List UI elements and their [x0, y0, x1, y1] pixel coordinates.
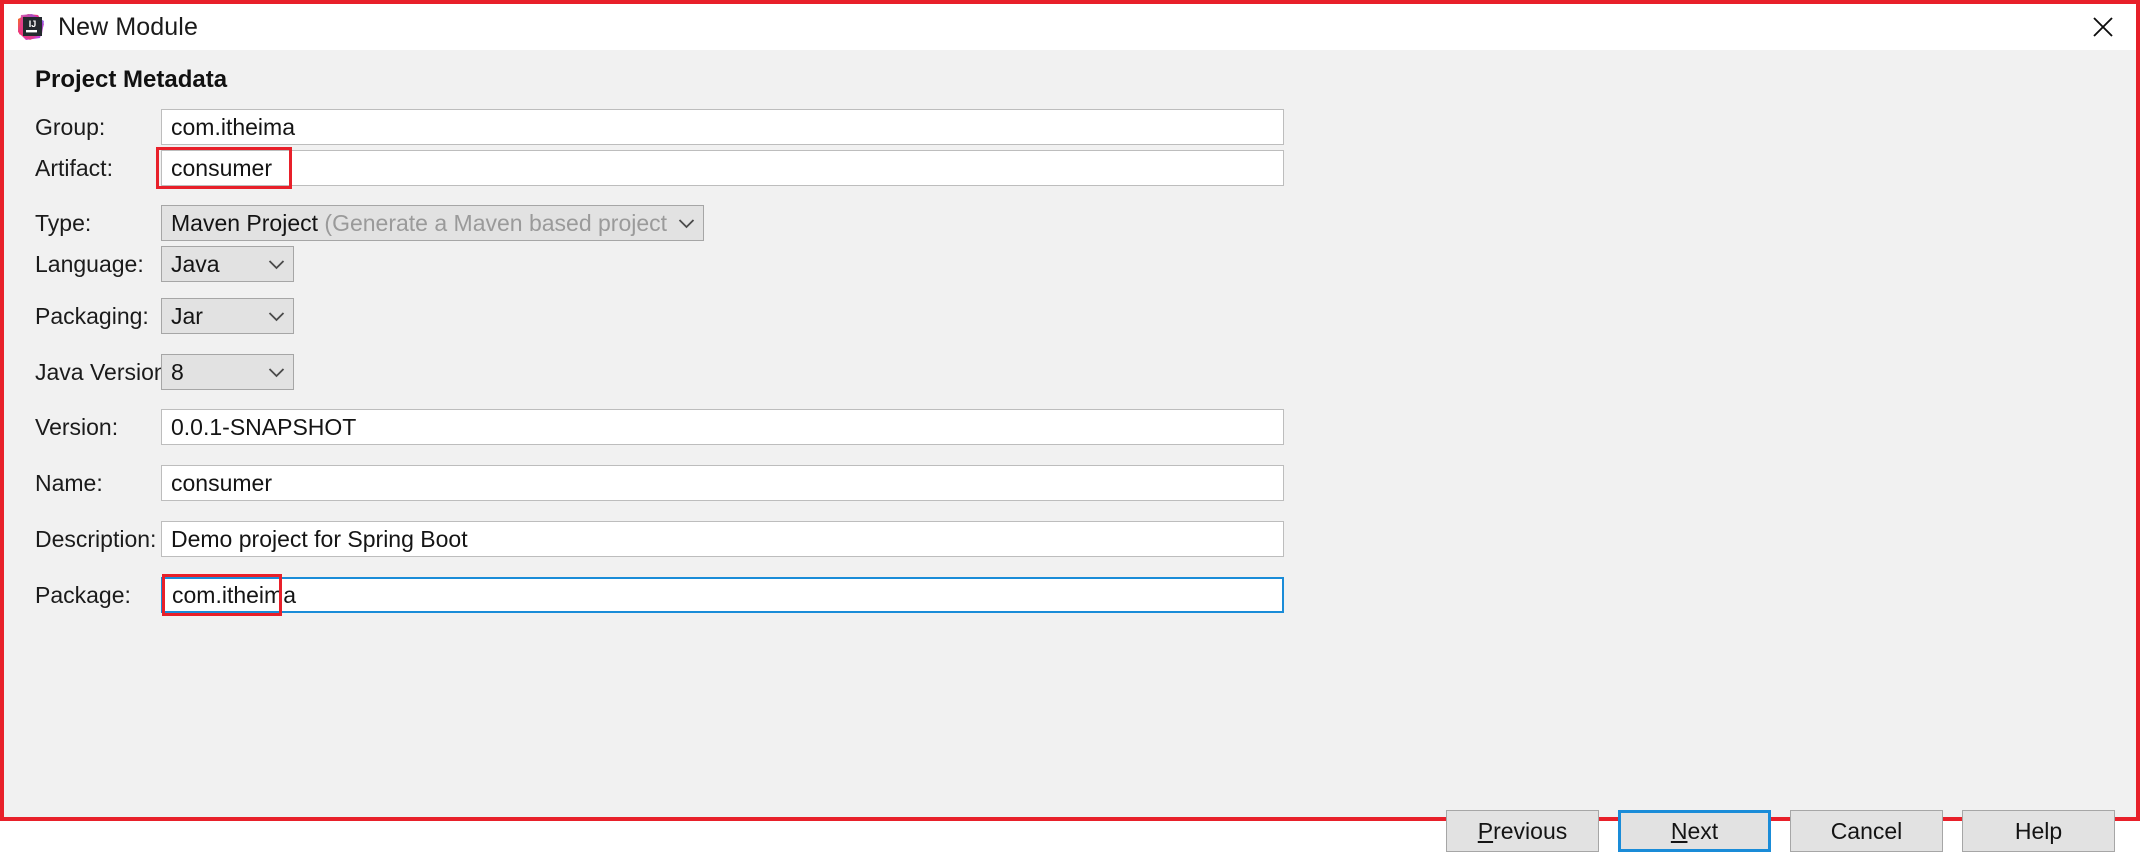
field-row-version: Version: 0.0.1-SNAPSHOT	[35, 409, 1284, 445]
java-version-select-value: 8	[171, 358, 184, 385]
dialog-button-bar: Previous Next Cancel Help	[1446, 810, 2115, 852]
name-label: Name:	[35, 469, 103, 496]
cancel-button[interactable]: Cancel	[1790, 810, 1943, 852]
group-input[interactable]: com.itheima	[161, 109, 1284, 145]
java-version-select[interactable]: 8	[161, 354, 294, 390]
field-row-name: Name: consumer	[35, 465, 1284, 501]
description-input[interactable]: Demo project for Spring Boot	[161, 521, 1284, 557]
type-select[interactable]: Maven Project (Generate a Maven based pr…	[161, 205, 704, 241]
help-button[interactable]: Help	[1962, 810, 2115, 852]
artifact-label: Artifact:	[35, 154, 113, 181]
package-label: Package:	[35, 581, 131, 608]
field-row-description: Description: Demo project for Spring Boo…	[35, 521, 1284, 557]
artifact-input[interactable]: consumer	[161, 150, 1284, 186]
previous-button-accel: P	[1477, 817, 1494, 844]
field-row-package: Package: com.itheima	[35, 577, 1284, 613]
field-row-java-version: Java Version: 8	[35, 354, 294, 390]
field-row-artifact: Artifact: consumer	[35, 150, 1284, 186]
close-icon[interactable]	[2070, 4, 2136, 50]
chevron-down-icon	[268, 259, 285, 270]
field-row-language: Language: Java	[35, 246, 294, 282]
previous-button-label: revious	[1493, 817, 1568, 844]
description-label: Description:	[35, 525, 157, 552]
group-label: Group:	[35, 113, 106, 140]
new-module-dialog: IJ New Module Project Metadata Group: co…	[0, 0, 2140, 852]
chevron-down-icon	[268, 367, 285, 378]
next-button-accel: N	[1670, 817, 1688, 844]
type-label: Type:	[35, 209, 92, 236]
packaging-label: Packaging:	[35, 302, 149, 329]
field-row-type: Type: Maven Project (Generate a Maven ba…	[35, 205, 704, 241]
window-title: New Module	[58, 12, 198, 41]
type-select-value-text: Maven Project	[171, 209, 319, 236]
next-button[interactable]: Next	[1618, 810, 1771, 852]
previous-button[interactable]: Previous	[1446, 810, 1599, 852]
language-label: Language:	[35, 250, 144, 277]
type-select-hint: (Generate a Maven based project archive.…	[324, 209, 668, 236]
chevron-down-icon	[678, 218, 695, 229]
version-input[interactable]: 0.0.1-SNAPSHOT	[161, 409, 1284, 445]
field-row-group: Group: com.itheima	[35, 109, 1284, 145]
intellij-idea-icon: IJ	[16, 12, 46, 42]
next-button-label: ext	[1687, 817, 1719, 844]
version-label: Version:	[35, 413, 119, 440]
svg-text:IJ: IJ	[29, 19, 37, 29]
name-input[interactable]: consumer	[161, 465, 1284, 501]
dialog-content: Project Metadata Group: com.itheima Arti…	[4, 50, 2136, 852]
language-select[interactable]: Java	[161, 246, 294, 282]
packaging-select-value: Jar	[171, 302, 203, 329]
java-version-label: Java Version:	[35, 358, 174, 385]
package-input[interactable]: com.itheima	[161, 577, 1284, 613]
type-select-value: Maven Project (Generate a Maven based pr…	[171, 210, 668, 237]
page-title: Project Metadata	[35, 66, 228, 93]
field-row-packaging: Packaging: Jar	[35, 298, 294, 334]
title-bar: IJ New Module	[4, 4, 2136, 50]
language-select-value: Java	[171, 250, 220, 277]
chevron-down-icon	[268, 311, 285, 322]
packaging-select[interactable]: Jar	[161, 298, 294, 334]
